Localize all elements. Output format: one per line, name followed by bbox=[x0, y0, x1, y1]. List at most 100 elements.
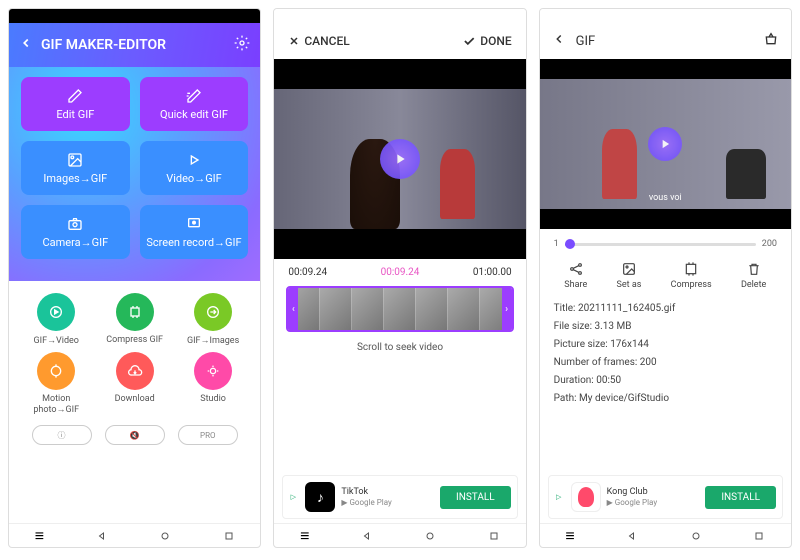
scroll-hint: Scroll to seek video bbox=[274, 332, 525, 363]
slider-knob[interactable] bbox=[565, 239, 575, 249]
video-preview bbox=[274, 59, 525, 259]
check-icon bbox=[462, 34, 476, 48]
frame-slider[interactable]: 1 200 bbox=[540, 229, 791, 253]
play-icon bbox=[658, 137, 672, 151]
nav-menu-icon[interactable]: ≡ bbox=[35, 526, 44, 546]
info-picsize: 176x144 bbox=[610, 339, 649, 350]
info-title: 20211111_162405.gif bbox=[578, 303, 675, 314]
nav-home-icon[interactable] bbox=[690, 530, 702, 542]
convert-icon bbox=[48, 304, 64, 320]
screen-gif-maker: GIF MAKER-EDITOR Edit GIF Quick edit GIF… bbox=[8, 8, 261, 548]
mute-pill[interactable]: 🔇 bbox=[105, 425, 165, 445]
pro-pill[interactable]: PRO bbox=[178, 425, 238, 445]
done-button[interactable]: DONE bbox=[462, 34, 511, 48]
cancel-button[interactable]: CANCEL bbox=[288, 34, 349, 48]
nav-menu-icon[interactable]: ≡ bbox=[300, 526, 309, 546]
current-time: 00:09.24 bbox=[381, 267, 420, 278]
trim-handle-left[interactable]: ‹ bbox=[288, 288, 298, 330]
main-tiles: Edit GIF Quick edit GIF Images→GIF Video… bbox=[9, 67, 260, 281]
compress-gif-button[interactable]: Compress GIF bbox=[100, 293, 170, 346]
end-time: 01:00.00 bbox=[473, 267, 512, 278]
info-pill[interactable]: ⓘ bbox=[32, 425, 92, 445]
studio-button[interactable]: Studio bbox=[178, 352, 248, 415]
gif-info: Title: 20211111_162405.gif File size: 3.… bbox=[540, 298, 791, 410]
ad-banner[interactable]: ▷ Kong Club▶ Google Play INSTALL bbox=[548, 475, 783, 519]
motion-photo-button[interactable]: Motion photo→GIF bbox=[21, 352, 91, 415]
nav-back-icon[interactable] bbox=[626, 530, 638, 542]
motion-icon bbox=[48, 363, 64, 379]
info-size: 3.13 MB bbox=[595, 321, 632, 332]
download-button[interactable]: Download bbox=[100, 352, 170, 415]
video-to-gif-button[interactable]: Video→GIF bbox=[140, 141, 249, 195]
slider-track[interactable] bbox=[565, 243, 756, 246]
trim-handle-right[interactable]: › bbox=[502, 288, 512, 330]
slider-min: 1 bbox=[554, 239, 559, 249]
screen-label: Screen record→GIF bbox=[146, 236, 241, 249]
camera-to-gif-button[interactable]: Camera→GIF bbox=[21, 205, 130, 259]
ad-install-button[interactable]: INSTALL bbox=[705, 486, 776, 509]
trim-header: CANCEL DONE bbox=[274, 23, 525, 59]
back-icon[interactable] bbox=[552, 32, 566, 50]
images-to-gif-button[interactable]: Images→GIF bbox=[21, 141, 130, 195]
camera-icon bbox=[67, 216, 83, 232]
ad-app-icon: ♪ bbox=[305, 482, 335, 512]
time-labels: 00:09.24 00:09.24 01:00.00 bbox=[274, 259, 525, 286]
quick-edit-button[interactable]: Quick edit GIF bbox=[140, 77, 249, 131]
play-video-icon bbox=[186, 152, 202, 168]
app-header: GIF MAKER-EDITOR bbox=[9, 23, 260, 67]
ad-app-icon bbox=[571, 482, 601, 512]
detail-title: GIF bbox=[576, 34, 763, 49]
delete-button[interactable]: Delete bbox=[741, 261, 766, 290]
screen-gif-detail: GIF vous voi 1 200 Share Set as Compress… bbox=[539, 8, 792, 548]
ad-text: TikTok▶ Google Play bbox=[341, 487, 434, 507]
screen-trim-video: CANCEL DONE 00:09.24 00:09.24 01:00.00 ‹… bbox=[273, 8, 526, 548]
ad-badge-icon: ▷ bbox=[289, 493, 299, 501]
video-frame[interactable] bbox=[274, 89, 525, 229]
images-label: Images→GIF bbox=[43, 172, 107, 185]
play-button[interactable] bbox=[648, 127, 682, 161]
status-bar bbox=[274, 9, 525, 23]
gif-to-images-button[interactable]: GIF→Images bbox=[178, 293, 248, 346]
play-button[interactable] bbox=[380, 139, 420, 179]
info-frames: 200 bbox=[640, 357, 657, 368]
nav-back-icon[interactable] bbox=[361, 530, 373, 542]
nav-menu-icon[interactable]: ≡ bbox=[565, 526, 574, 546]
ad-banner[interactable]: ▷ ♪ TikTok▶ Google Play INSTALL bbox=[282, 475, 517, 519]
android-nav: ≡ bbox=[9, 523, 260, 547]
basket-icon[interactable] bbox=[763, 31, 779, 51]
ad-install-button[interactable]: INSTALL bbox=[440, 486, 511, 509]
nav-recent-icon[interactable] bbox=[488, 530, 500, 542]
gif-frame[interactable]: vous voi bbox=[540, 79, 791, 209]
info-duration: 00:50 bbox=[596, 375, 621, 386]
ad-text: Kong Club▶ Google Play bbox=[607, 487, 700, 507]
download-icon bbox=[127, 363, 143, 379]
compress-icon bbox=[683, 261, 699, 277]
gif-to-video-button[interactable]: GIF→Video bbox=[21, 293, 91, 346]
image-icon bbox=[621, 261, 637, 277]
back-icon[interactable] bbox=[19, 36, 33, 54]
nav-recent-icon[interactable] bbox=[753, 530, 765, 542]
pencil-icon bbox=[67, 88, 83, 104]
ad-badge-icon: ▷ bbox=[555, 493, 565, 501]
compress-button[interactable]: Compress bbox=[671, 261, 712, 290]
setas-button[interactable]: Set as bbox=[617, 261, 642, 290]
nav-home-icon[interactable] bbox=[159, 530, 171, 542]
lower-actions: GIF→Video Compress GIF GIF→Images Motion… bbox=[9, 281, 260, 523]
action-row: Share Set as Compress Delete bbox=[540, 253, 791, 298]
app-title: GIF MAKER-EDITOR bbox=[41, 37, 234, 53]
camera-label: Camera→GIF bbox=[42, 236, 108, 249]
nav-recent-icon[interactable] bbox=[223, 530, 235, 542]
share-icon bbox=[568, 261, 584, 277]
detail-header: GIF bbox=[540, 23, 791, 59]
export-icon bbox=[205, 304, 221, 320]
nav-back-icon[interactable] bbox=[96, 530, 108, 542]
share-button[interactable]: Share bbox=[564, 261, 587, 290]
settings-icon[interactable] bbox=[234, 35, 250, 55]
edit-gif-button[interactable]: Edit GIF bbox=[21, 77, 130, 131]
screen-record-button[interactable]: Screen record→GIF bbox=[140, 205, 249, 259]
timeline-strip[interactable]: ‹ › bbox=[286, 286, 513, 332]
screen-record-icon bbox=[186, 216, 202, 232]
nav-home-icon[interactable] bbox=[424, 530, 436, 542]
slider-max: 200 bbox=[762, 239, 777, 249]
studio-icon bbox=[205, 363, 221, 379]
